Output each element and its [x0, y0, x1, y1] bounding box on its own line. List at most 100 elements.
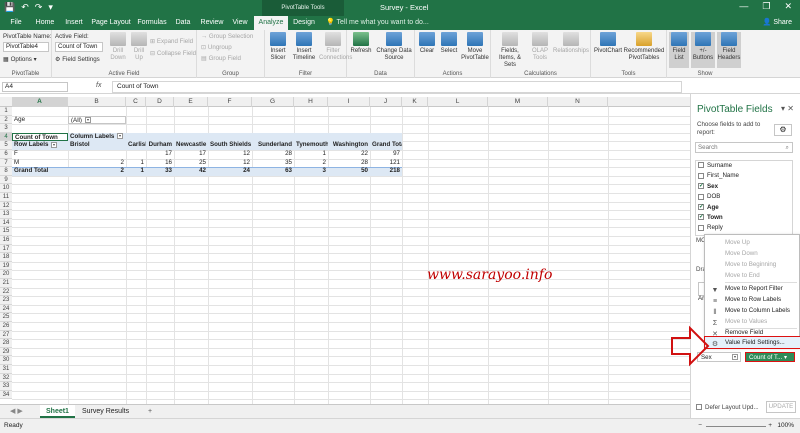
collapse-field-button[interactable]: ⊟ Collapse Field	[150, 50, 196, 57]
group-selection-button[interactable]: → Group Selection	[201, 33, 253, 40]
save-icon[interactable]: 💾	[4, 2, 15, 13]
pivot-column-header[interactable]: Grand Total	[370, 141, 402, 150]
row-header[interactable]: 17	[0, 244, 12, 254]
menu-move-up[interactable]: Move Up	[705, 237, 800, 248]
tab-analyze[interactable]: Analyze	[254, 16, 288, 30]
menu-value-field-settings[interactable]: ⚙ Value Field Settings...	[704, 336, 800, 349]
group-field-button[interactable]: ▤ Group Field	[201, 55, 241, 62]
pivot-grand-total-cell[interactable]: 3	[294, 167, 328, 176]
menu-move-column-labels[interactable]: ⫴ Move to Column Labels	[705, 305, 800, 316]
menu-move-beginning[interactable]: Move to Beginning	[705, 259, 800, 270]
row-header[interactable]: 2	[0, 115, 12, 125]
pivot-values-label[interactable]: Count of Town	[12, 132, 68, 142]
name-box[interactable]: A4	[2, 82, 68, 92]
row-header[interactable]: 32	[0, 373, 12, 383]
pane-close-icon[interactable]: ✕	[787, 104, 794, 113]
tab-review[interactable]: Review	[197, 16, 227, 30]
relationships-button[interactable]: Relationships	[553, 32, 589, 55]
column-header[interactable]: A	[12, 97, 68, 107]
row-header[interactable]: 3	[0, 124, 12, 133]
column-header[interactable]: N	[548, 97, 608, 107]
tab-insert[interactable]: Insert	[60, 16, 88, 30]
clear-button[interactable]: Clear	[417, 32, 437, 55]
pivot-value-cell[interactable]: 1	[126, 159, 146, 168]
olap-tools-button[interactable]: OLAP Tools	[529, 32, 551, 62]
pivot-grand-total-cell[interactable]: 218	[370, 167, 402, 176]
zoom-out-button[interactable]: −	[698, 422, 702, 429]
row-header[interactable]: 6	[0, 150, 12, 159]
field-item[interactable]: DOB	[698, 192, 720, 202]
pivot-column-header[interactable]: Sunderland	[252, 141, 294, 150]
pivot-value-cell[interactable]: 25	[174, 159, 208, 168]
field-settings-button[interactable]: ⚙ Field Settings	[55, 56, 100, 63]
filter-dropdown-icon[interactable]	[85, 116, 91, 123]
recommended-pivottables-button[interactable]: Recommended PivotTables	[623, 32, 665, 62]
row-header[interactable]: 14	[0, 218, 12, 228]
tab-file[interactable]: File	[4, 16, 28, 30]
tab-view[interactable]: View	[229, 16, 251, 30]
field-item[interactable]: Surname	[698, 161, 732, 171]
pivot-column-header[interactable]: Durham	[146, 141, 174, 150]
close-button[interactable]: ✕	[784, 1, 792, 12]
column-header[interactable]: E	[174, 97, 208, 107]
pivot-value-cell[interactable]: 2	[294, 159, 328, 168]
values-area-field-count-of-town[interactable]: Count of T... ▾	[745, 352, 795, 362]
pivot-name-input[interactable]: PivotTable4	[3, 42, 49, 52]
options-button[interactable]: ▦ Options ▾	[3, 56, 37, 63]
field-checkbox[interactable]	[698, 224, 704, 231]
row-header[interactable]: 33	[0, 382, 12, 391]
column-header[interactable]: K	[402, 97, 428, 107]
row-header[interactable]: 23	[0, 296, 12, 305]
pivot-column-header[interactable]: Tynemouth	[294, 141, 328, 150]
redo-icon[interactable]: ↷	[35, 2, 43, 13]
tell-me-search[interactable]: 💡 Tell me what you want to do...	[326, 18, 429, 26]
menu-move-values[interactable]: Σ Move to Values	[705, 316, 800, 327]
defer-layout-update[interactable]: Defer Layout Upd...	[696, 404, 759, 411]
select-button[interactable]: Select	[439, 32, 459, 55]
pivot-value-cell[interactable]: 121	[370, 159, 402, 168]
column-header[interactable]: H	[294, 97, 328, 107]
fields-items-sets-button[interactable]: Fields, Items, & Sets	[493, 32, 527, 69]
field-item[interactable]: Sex	[698, 181, 718, 192]
sheet-tab-survey-results[interactable]: Survey Results	[76, 405, 135, 418]
field-checkbox[interactable]	[698, 181, 704, 191]
row-header[interactable]: 22	[0, 287, 12, 297]
column-header[interactable]: F	[208, 97, 252, 107]
row-header[interactable]: 10	[0, 184, 12, 193]
column-header[interactable]: G	[252, 97, 294, 107]
pivot-value-cell[interactable]: 17	[146, 150, 174, 159]
pivot-value-cell[interactable]: 16	[146, 159, 174, 168]
minimize-button[interactable]: —	[739, 1, 748, 12]
ungroup-button[interactable]: ⊡ Ungroup	[201, 44, 232, 51]
filter-dropdown-icon[interactable]	[51, 141, 58, 148]
pivot-column-header[interactable]: Bristol	[68, 141, 126, 150]
column-header[interactable]: J	[370, 97, 402, 107]
pivot-grand-total-cell[interactable]: 42	[174, 167, 208, 176]
fx-icon[interactable]: fx	[96, 82, 101, 89]
menu-move-report-filter[interactable]: ▼ Move to Report Filter	[705, 283, 800, 294]
field-item[interactable]: First_Name	[698, 171, 739, 181]
row-header[interactable]: 27	[0, 330, 12, 340]
row-header[interactable]: 15	[0, 227, 12, 236]
row-header[interactable]: 8	[0, 167, 12, 176]
pivot-column-header[interactable]: Carlisle	[126, 141, 146, 150]
drill-down-button[interactable]: Drill Down	[108, 32, 128, 62]
zoom-level[interactable]: 100%	[777, 422, 794, 429]
zoom-in-button[interactable]: +	[768, 422, 772, 429]
field-item[interactable]: Reply	[698, 223, 723, 233]
pivot-column-labels[interactable]: Column Labels	[68, 133, 142, 142]
refresh-button[interactable]: Refresh	[349, 32, 373, 55]
pivot-row-labels[interactable]: Row Labels	[12, 141, 68, 150]
update-button[interactable]: UPDATE	[766, 401, 796, 413]
field-checkbox[interactable]	[698, 193, 704, 200]
pivot-column-header[interactable]: South Shields	[208, 141, 252, 150]
row-header[interactable]: 25	[0, 313, 12, 322]
plus-minus-buttons-button[interactable]: +/- Buttons	[691, 32, 715, 68]
sheet-nav-icon[interactable]: ◀ ▶	[4, 405, 29, 418]
pivot-value-cell[interactable]: 97	[370, 150, 402, 159]
row-header[interactable]: 26	[0, 322, 12, 331]
field-checkbox[interactable]	[698, 212, 704, 222]
sheet-tab-sheet1[interactable]: Sheet1	[40, 405, 75, 418]
column-header[interactable]: C	[126, 97, 146, 107]
field-checkbox[interactable]	[698, 162, 704, 169]
